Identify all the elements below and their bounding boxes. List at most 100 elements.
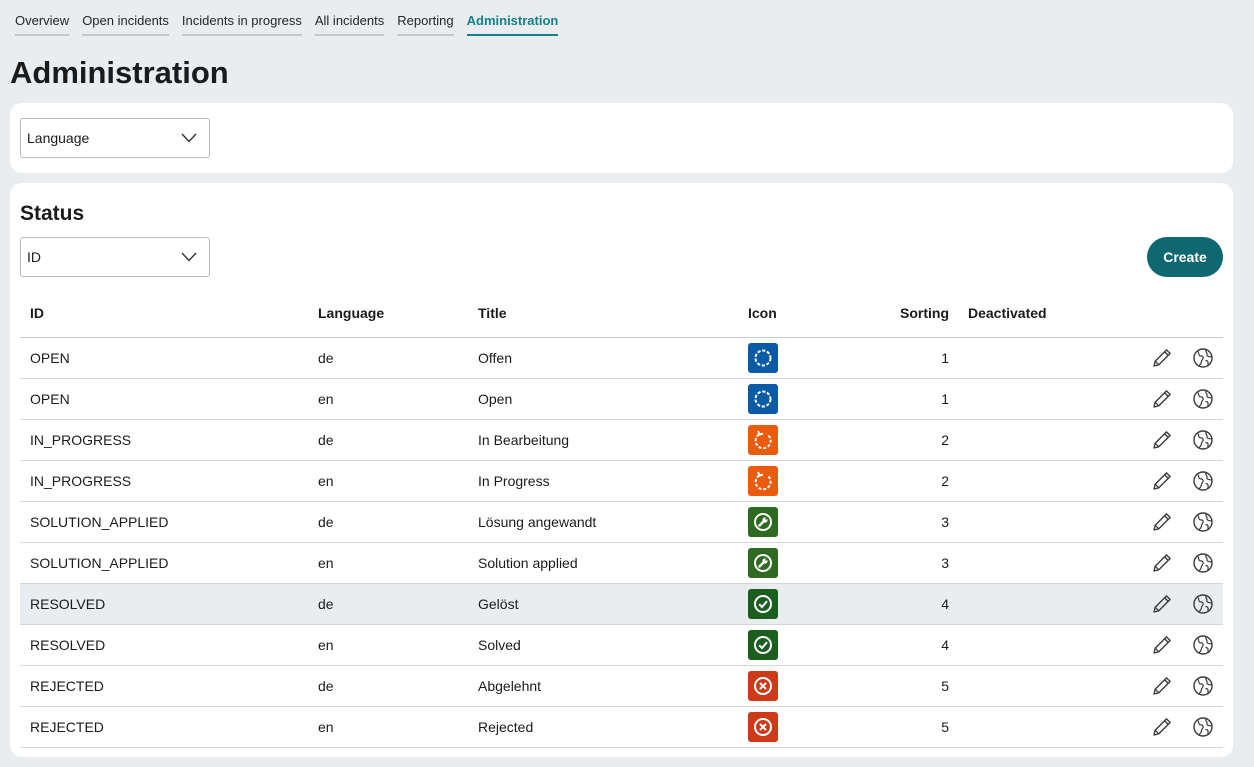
chevron-down-icon xyxy=(181,133,197,143)
table-row[interactable]: SOLUTION_APPLIED en Solution applied 3 xyxy=(20,543,1223,584)
table-row[interactable]: OPEN en Open 1 xyxy=(20,379,1223,420)
language-select-value: Language xyxy=(27,130,90,146)
pencil-icon[interactable] xyxy=(1150,510,1174,534)
table-row[interactable]: REJECTED en Rejected 5 xyxy=(20,707,1223,748)
cell-id: IN_PROGRESS xyxy=(30,432,132,448)
cell-sorting: 4 xyxy=(941,596,949,612)
cell-sorting: 2 xyxy=(941,473,949,489)
globe-icon[interactable] xyxy=(1191,387,1215,411)
table-row[interactable]: IN_PROGRESS de In Bearbeitung 2 xyxy=(20,420,1223,461)
globe-icon[interactable] xyxy=(1191,428,1215,452)
globe-icon[interactable] xyxy=(1191,469,1215,493)
globe-icon[interactable] xyxy=(1191,346,1215,370)
table-row[interactable]: REJECTED de Abgelehnt 5 xyxy=(20,666,1223,707)
cell-language: de xyxy=(318,514,334,530)
tab-overview[interactable]: Overview xyxy=(15,12,70,36)
cell-language: en xyxy=(318,555,334,571)
pencil-icon[interactable] xyxy=(1150,633,1174,657)
column-header-id[interactable]: ID xyxy=(30,305,44,321)
status-card: Status ID Create ID Language Title Icon … xyxy=(10,183,1233,757)
in-progress-status-icon xyxy=(748,425,778,455)
globe-icon[interactable] xyxy=(1191,633,1215,657)
globe-icon[interactable] xyxy=(1191,592,1215,616)
table-row[interactable]: RESOLVED de Gelöst 4 xyxy=(20,584,1223,625)
top-tabs: Overview Open incidents Incidents in pro… xyxy=(15,12,571,36)
cell-id: IN_PROGRESS xyxy=(30,473,132,489)
pencil-icon[interactable] xyxy=(1150,715,1174,739)
tab-all-incidents[interactable]: All incidents xyxy=(314,12,385,36)
globe-icon[interactable] xyxy=(1191,551,1215,575)
cell-language: en xyxy=(318,719,334,735)
tab-administration[interactable]: Administration xyxy=(466,12,559,36)
cell-id: REJECTED xyxy=(30,719,104,735)
page-title: Administration xyxy=(10,55,229,90)
globe-icon[interactable] xyxy=(1191,674,1215,698)
cell-sorting: 4 xyxy=(941,637,949,653)
cell-id: SOLUTION_APPLIED xyxy=(30,514,169,530)
cell-sorting: 1 xyxy=(941,391,949,407)
pencil-icon[interactable] xyxy=(1150,592,1174,616)
globe-icon[interactable] xyxy=(1191,715,1215,739)
cell-language: en xyxy=(318,473,334,489)
create-button[interactable]: Create xyxy=(1147,237,1223,277)
cell-language: en xyxy=(318,391,334,407)
cell-language: de xyxy=(318,350,334,366)
cell-title: Rejected xyxy=(478,719,534,735)
tab-open-incidents[interactable]: Open incidents xyxy=(82,12,169,36)
cell-sorting: 3 xyxy=(941,514,949,530)
cell-title: Lösung angewandt xyxy=(478,514,597,530)
pencil-icon[interactable] xyxy=(1150,551,1174,575)
status-filter-select[interactable]: ID xyxy=(20,237,210,277)
cell-sorting: 3 xyxy=(941,555,949,571)
cell-title: In Bearbeitung xyxy=(478,432,570,448)
cell-id: OPEN xyxy=(30,391,70,407)
column-header-language[interactable]: Language xyxy=(318,305,384,321)
column-header-sorting[interactable]: Sorting xyxy=(900,305,949,321)
cell-id: OPEN xyxy=(30,350,70,366)
in-progress-status-icon xyxy=(748,466,778,496)
table-row[interactable]: IN_PROGRESS en In Progress 2 xyxy=(20,461,1223,502)
pencil-icon[interactable] xyxy=(1150,346,1174,370)
cell-language: de xyxy=(318,432,334,448)
cross-status-icon xyxy=(748,671,778,701)
status-filter-value: ID xyxy=(27,249,41,265)
cell-sorting: 5 xyxy=(941,719,949,735)
cell-sorting: 1 xyxy=(941,350,949,366)
check-status-icon xyxy=(748,589,778,619)
pencil-icon[interactable] xyxy=(1150,469,1174,493)
column-header-title[interactable]: Title xyxy=(478,305,507,321)
table-row[interactable]: RESOLVED en Solved 4 xyxy=(20,625,1223,666)
pencil-icon[interactable] xyxy=(1150,674,1174,698)
table-body: OPEN de Offen 1 OPEN en Open 1 IN_PROGRESS de In B… xyxy=(20,338,1223,748)
cell-id: RESOLVED xyxy=(30,596,106,612)
wrench-status-icon xyxy=(748,548,778,578)
cell-language: de xyxy=(318,596,334,612)
cell-title: Open xyxy=(478,391,513,407)
open-status-icon xyxy=(748,384,778,414)
pencil-icon[interactable] xyxy=(1150,428,1174,452)
cell-title: Offen xyxy=(478,350,512,366)
globe-icon[interactable] xyxy=(1191,510,1215,534)
language-select[interactable]: Language xyxy=(20,118,210,158)
cell-language: de xyxy=(318,678,334,694)
cell-id: RESOLVED xyxy=(30,637,106,653)
cell-sorting: 5 xyxy=(941,678,949,694)
cell-title: Abgelehnt xyxy=(478,678,542,694)
column-header-icon: Icon xyxy=(748,305,777,321)
cell-id: SOLUTION_APPLIED xyxy=(30,555,169,571)
status-table: ID Language Title Icon Sorting Deactivat… xyxy=(20,293,1223,748)
tab-reporting[interactable]: Reporting xyxy=(397,12,454,36)
wrench-status-icon xyxy=(748,507,778,537)
cross-status-icon xyxy=(748,712,778,742)
cell-title: Gelöst xyxy=(478,596,519,612)
table-row[interactable]: OPEN de Offen 1 xyxy=(20,338,1223,379)
cell-title: In Progress xyxy=(478,473,550,489)
tab-incidents-in-progress[interactable]: Incidents in progress xyxy=(181,12,302,36)
cell-title: Solved xyxy=(478,637,521,653)
status-section-title: Status xyxy=(20,202,85,225)
cell-id: REJECTED xyxy=(30,678,104,694)
pencil-icon[interactable] xyxy=(1150,387,1174,411)
column-header-deactivated[interactable]: Deactivated xyxy=(968,305,1047,321)
table-row[interactable]: SOLUTION_APPLIED de Lösung angewandt 3 xyxy=(20,502,1223,543)
language-card: Language xyxy=(10,103,1233,173)
